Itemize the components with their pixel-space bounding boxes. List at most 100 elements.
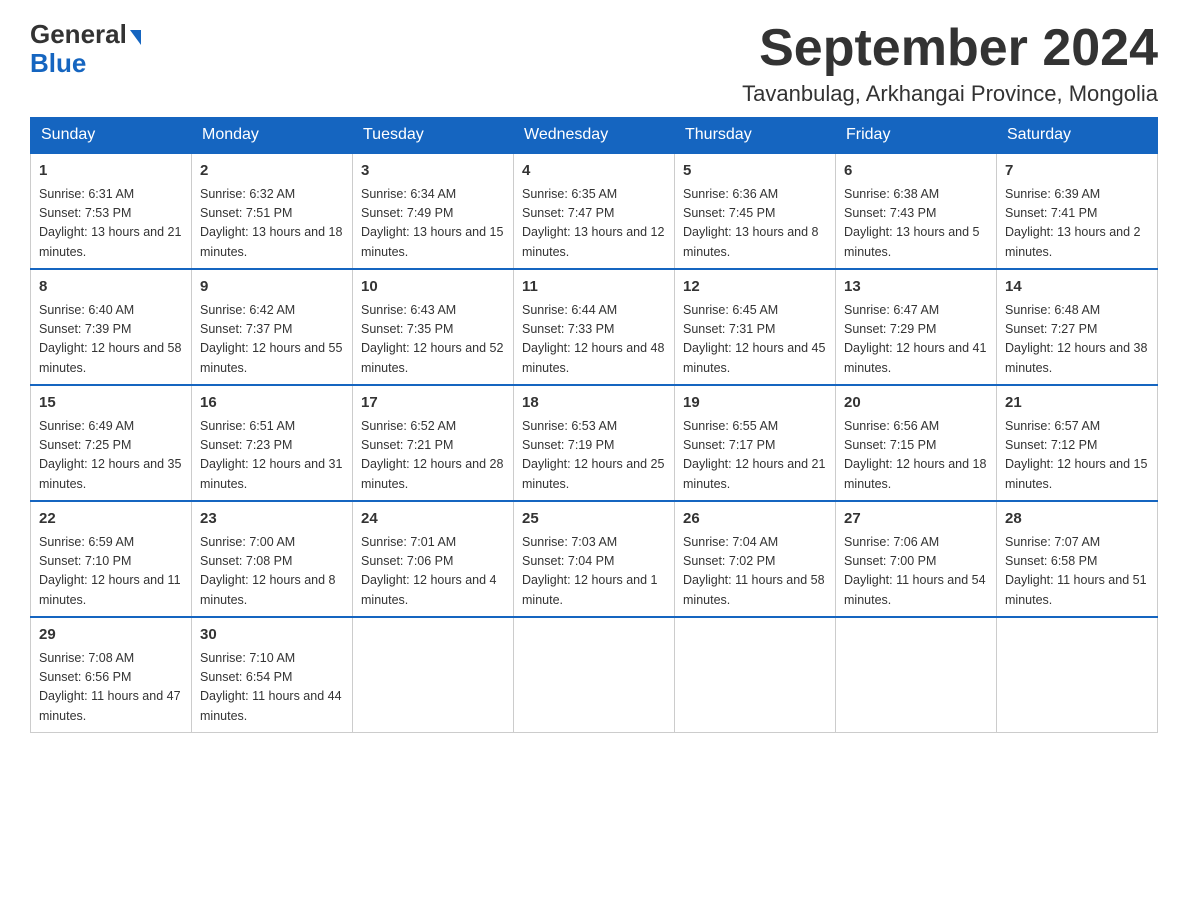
day-cell: 23Sunrise: 7:00 AMSunset: 7:08 PMDayligh… bbox=[192, 501, 353, 617]
day-number: 7 bbox=[1005, 160, 1149, 183]
day-cell bbox=[675, 617, 836, 733]
day-cell: 12Sunrise: 6:45 AMSunset: 7:31 PMDayligh… bbox=[675, 269, 836, 385]
day-info: Sunrise: 6:44 AMSunset: 7:33 PMDaylight:… bbox=[522, 301, 666, 379]
day-info: Sunrise: 6:48 AMSunset: 7:27 PMDaylight:… bbox=[1005, 301, 1149, 379]
day-number: 9 bbox=[200, 276, 344, 299]
title-section: September 2024 Tavanbulag, Arkhangai Pro… bbox=[742, 20, 1158, 107]
day-cell bbox=[997, 617, 1158, 733]
day-number: 10 bbox=[361, 276, 505, 299]
day-cell bbox=[514, 617, 675, 733]
day-info: Sunrise: 6:40 AMSunset: 7:39 PMDaylight:… bbox=[39, 301, 183, 379]
week-row-5: 29Sunrise: 7:08 AMSunset: 6:56 PMDayligh… bbox=[31, 617, 1158, 733]
day-info: Sunrise: 7:00 AMSunset: 7:08 PMDaylight:… bbox=[200, 533, 344, 611]
day-number: 5 bbox=[683, 160, 827, 183]
day-number: 14 bbox=[1005, 276, 1149, 299]
day-cell: 27Sunrise: 7:06 AMSunset: 7:00 PMDayligh… bbox=[836, 501, 997, 617]
day-cell: 7Sunrise: 6:39 AMSunset: 7:41 PMDaylight… bbox=[997, 153, 1158, 269]
day-number: 3 bbox=[361, 160, 505, 183]
location-title: Tavanbulag, Arkhangai Province, Mongolia bbox=[742, 81, 1158, 107]
header-wednesday: Wednesday bbox=[514, 118, 675, 154]
week-row-1: 1Sunrise: 6:31 AMSunset: 7:53 PMDaylight… bbox=[31, 153, 1158, 269]
day-number: 28 bbox=[1005, 508, 1149, 531]
page-header: GeneralBlue September 2024 Tavanbulag, A… bbox=[30, 20, 1158, 107]
header-monday: Monday bbox=[192, 118, 353, 154]
day-number: 24 bbox=[361, 508, 505, 531]
day-info: Sunrise: 6:34 AMSunset: 7:49 PMDaylight:… bbox=[361, 185, 505, 263]
week-row-2: 8Sunrise: 6:40 AMSunset: 7:39 PMDaylight… bbox=[31, 269, 1158, 385]
logo: GeneralBlue bbox=[30, 20, 141, 77]
day-cell: 8Sunrise: 6:40 AMSunset: 7:39 PMDaylight… bbox=[31, 269, 192, 385]
logo-text: GeneralBlue bbox=[30, 20, 141, 77]
day-info: Sunrise: 6:51 AMSunset: 7:23 PMDaylight:… bbox=[200, 417, 344, 495]
day-number: 26 bbox=[683, 508, 827, 531]
day-cell: 21Sunrise: 6:57 AMSunset: 7:12 PMDayligh… bbox=[997, 385, 1158, 501]
day-number: 11 bbox=[522, 276, 666, 299]
day-info: Sunrise: 6:49 AMSunset: 7:25 PMDaylight:… bbox=[39, 417, 183, 495]
day-info: Sunrise: 6:45 AMSunset: 7:31 PMDaylight:… bbox=[683, 301, 827, 379]
day-cell: 3Sunrise: 6:34 AMSunset: 7:49 PMDaylight… bbox=[353, 153, 514, 269]
day-number: 6 bbox=[844, 160, 988, 183]
day-cell: 28Sunrise: 7:07 AMSunset: 6:58 PMDayligh… bbox=[997, 501, 1158, 617]
logo-blue: Blue bbox=[30, 48, 86, 78]
day-number: 4 bbox=[522, 160, 666, 183]
day-cell: 16Sunrise: 6:51 AMSunset: 7:23 PMDayligh… bbox=[192, 385, 353, 501]
day-info: Sunrise: 6:57 AMSunset: 7:12 PMDaylight:… bbox=[1005, 417, 1149, 495]
day-info: Sunrise: 7:01 AMSunset: 7:06 PMDaylight:… bbox=[361, 533, 505, 611]
day-cell: 25Sunrise: 7:03 AMSunset: 7:04 PMDayligh… bbox=[514, 501, 675, 617]
day-cell bbox=[353, 617, 514, 733]
day-cell: 17Sunrise: 6:52 AMSunset: 7:21 PMDayligh… bbox=[353, 385, 514, 501]
day-number: 29 bbox=[39, 624, 183, 647]
day-info: Sunrise: 6:38 AMSunset: 7:43 PMDaylight:… bbox=[844, 185, 988, 263]
week-row-3: 15Sunrise: 6:49 AMSunset: 7:25 PMDayligh… bbox=[31, 385, 1158, 501]
day-info: Sunrise: 6:59 AMSunset: 7:10 PMDaylight:… bbox=[39, 533, 183, 611]
day-cell bbox=[836, 617, 997, 733]
day-info: Sunrise: 6:36 AMSunset: 7:45 PMDaylight:… bbox=[683, 185, 827, 263]
day-info: Sunrise: 7:06 AMSunset: 7:00 PMDaylight:… bbox=[844, 533, 988, 611]
day-info: Sunrise: 6:52 AMSunset: 7:21 PMDaylight:… bbox=[361, 417, 505, 495]
day-cell: 24Sunrise: 7:01 AMSunset: 7:06 PMDayligh… bbox=[353, 501, 514, 617]
day-info: Sunrise: 6:47 AMSunset: 7:29 PMDaylight:… bbox=[844, 301, 988, 379]
day-number: 18 bbox=[522, 392, 666, 415]
day-info: Sunrise: 6:31 AMSunset: 7:53 PMDaylight:… bbox=[39, 185, 183, 263]
day-number: 12 bbox=[683, 276, 827, 299]
day-cell: 22Sunrise: 6:59 AMSunset: 7:10 PMDayligh… bbox=[31, 501, 192, 617]
day-cell: 18Sunrise: 6:53 AMSunset: 7:19 PMDayligh… bbox=[514, 385, 675, 501]
day-number: 25 bbox=[522, 508, 666, 531]
day-cell: 29Sunrise: 7:08 AMSunset: 6:56 PMDayligh… bbox=[31, 617, 192, 733]
day-number: 2 bbox=[200, 160, 344, 183]
day-cell: 10Sunrise: 6:43 AMSunset: 7:35 PMDayligh… bbox=[353, 269, 514, 385]
day-cell: 26Sunrise: 7:04 AMSunset: 7:02 PMDayligh… bbox=[675, 501, 836, 617]
day-cell: 9Sunrise: 6:42 AMSunset: 7:37 PMDaylight… bbox=[192, 269, 353, 385]
day-cell: 13Sunrise: 6:47 AMSunset: 7:29 PMDayligh… bbox=[836, 269, 997, 385]
header-sunday: Sunday bbox=[31, 118, 192, 154]
month-title: September 2024 bbox=[742, 20, 1158, 77]
day-cell: 30Sunrise: 7:10 AMSunset: 6:54 PMDayligh… bbox=[192, 617, 353, 733]
day-info: Sunrise: 6:55 AMSunset: 7:17 PMDaylight:… bbox=[683, 417, 827, 495]
day-cell: 15Sunrise: 6:49 AMSunset: 7:25 PMDayligh… bbox=[31, 385, 192, 501]
day-cell: 20Sunrise: 6:56 AMSunset: 7:15 PMDayligh… bbox=[836, 385, 997, 501]
header-thursday: Thursday bbox=[675, 118, 836, 154]
day-cell: 14Sunrise: 6:48 AMSunset: 7:27 PMDayligh… bbox=[997, 269, 1158, 385]
day-info: Sunrise: 6:42 AMSunset: 7:37 PMDaylight:… bbox=[200, 301, 344, 379]
day-info: Sunrise: 7:07 AMSunset: 6:58 PMDaylight:… bbox=[1005, 533, 1149, 611]
header-row: SundayMondayTuesdayWednesdayThursdayFrid… bbox=[31, 118, 1158, 154]
header-saturday: Saturday bbox=[997, 118, 1158, 154]
day-number: 1 bbox=[39, 160, 183, 183]
day-number: 19 bbox=[683, 392, 827, 415]
day-info: Sunrise: 6:53 AMSunset: 7:19 PMDaylight:… bbox=[522, 417, 666, 495]
header-tuesday: Tuesday bbox=[353, 118, 514, 154]
day-info: Sunrise: 7:04 AMSunset: 7:02 PMDaylight:… bbox=[683, 533, 827, 611]
day-info: Sunrise: 6:39 AMSunset: 7:41 PMDaylight:… bbox=[1005, 185, 1149, 263]
day-cell: 2Sunrise: 6:32 AMSunset: 7:51 PMDaylight… bbox=[192, 153, 353, 269]
day-number: 22 bbox=[39, 508, 183, 531]
day-info: Sunrise: 6:32 AMSunset: 7:51 PMDaylight:… bbox=[200, 185, 344, 263]
day-cell: 6Sunrise: 6:38 AMSunset: 7:43 PMDaylight… bbox=[836, 153, 997, 269]
day-cell: 4Sunrise: 6:35 AMSunset: 7:47 PMDaylight… bbox=[514, 153, 675, 269]
day-number: 13 bbox=[844, 276, 988, 299]
day-cell: 11Sunrise: 6:44 AMSunset: 7:33 PMDayligh… bbox=[514, 269, 675, 385]
day-number: 27 bbox=[844, 508, 988, 531]
day-info: Sunrise: 7:08 AMSunset: 6:56 PMDaylight:… bbox=[39, 649, 183, 727]
day-number: 17 bbox=[361, 392, 505, 415]
day-info: Sunrise: 7:03 AMSunset: 7:04 PMDaylight:… bbox=[522, 533, 666, 611]
calendar-table: SundayMondayTuesdayWednesdayThursdayFrid… bbox=[30, 117, 1158, 733]
